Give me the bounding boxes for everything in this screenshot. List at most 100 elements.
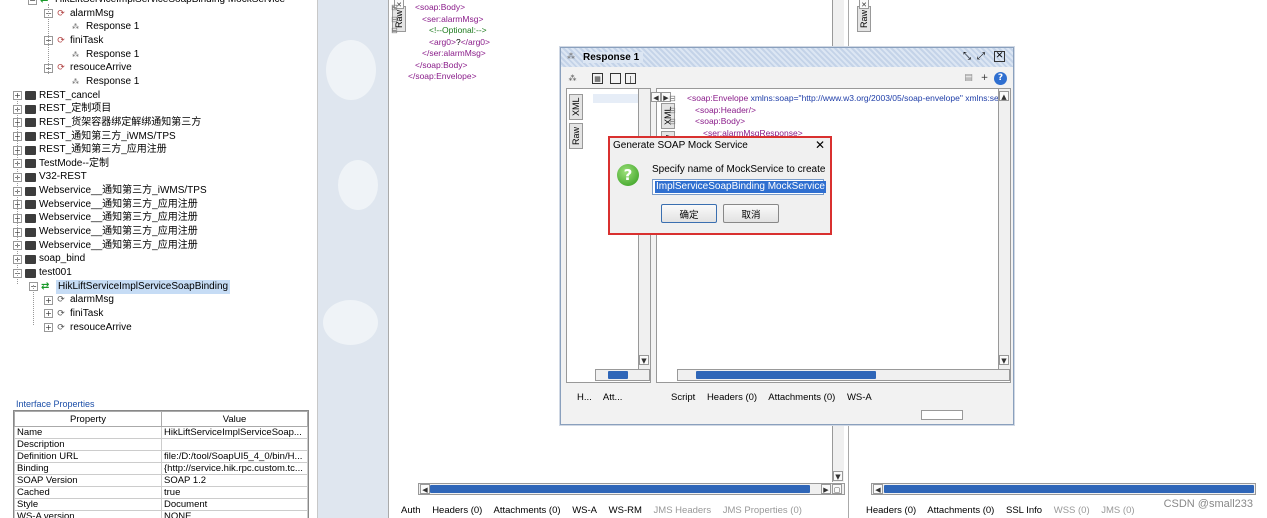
property-row[interactable]: SOAP Version SOAP 1.2 bbox=[14, 474, 308, 487]
request-raw-tab[interactable]: Raw bbox=[569, 123, 583, 149]
cancel-button[interactable]: 取消 bbox=[723, 204, 779, 223]
fold-icon[interactable]: ⊟ bbox=[391, 2, 398, 14]
response-xml-content[interactable]: ⊟ <soap:Envelope xmlns:soap="http://www.w… bbox=[669, 93, 999, 139]
tab-ws-rm[interactable]: WS-RM bbox=[609, 505, 642, 516]
options-icon[interactable]: ▤ bbox=[963, 73, 974, 84]
property-value[interactable]: NONE bbox=[161, 510, 308, 518]
tree-response[interactable]: ⁂ Response 1 bbox=[72, 75, 139, 89]
tree-folder[interactable]: + V32-REST bbox=[13, 170, 87, 184]
tree-operation[interactable]: + ⟳ alarmMsg bbox=[44, 293, 114, 307]
tree-folder[interactable]: + REST_cancel bbox=[13, 89, 100, 103]
scrollbar-thumb[interactable] bbox=[608, 371, 628, 379]
request-horizontal-scrollbar[interactable] bbox=[418, 483, 845, 495]
response-window-titlebar[interactable]: ⁂ Response 1 ⤡ ⤢ ✕ bbox=[561, 48, 1013, 67]
request-xml-tab[interactable]: XML bbox=[569, 94, 583, 120]
scroll-up-icon[interactable]: ▲ bbox=[999, 91, 1009, 101]
tab-ws-a[interactable]: WS-A bbox=[847, 392, 872, 403]
scroll-down-icon[interactable]: ▼ bbox=[999, 355, 1009, 365]
submit-icon[interactable]: ⁂ bbox=[567, 73, 578, 84]
tabs-icon[interactable]: | bbox=[625, 73, 636, 84]
tree-operation[interactable]: + ⟳ resouceArrive bbox=[44, 321, 132, 335]
tree-folder[interactable]: + REST_货架容器绑定解绑通知第三方 bbox=[13, 116, 201, 130]
minimize-icon[interactable]: ⤡ bbox=[961, 51, 973, 63]
tree-operation[interactable]: + ⟳ finiTask bbox=[44, 307, 103, 321]
close-window-icon[interactable]: ✕ bbox=[994, 51, 1005, 62]
tree-operation[interactable]: − ⟳ alarmMsg bbox=[44, 7, 114, 21]
collapse-icon[interactable]: − bbox=[28, 0, 37, 5]
property-row[interactable]: Description bbox=[14, 438, 308, 451]
help-icon[interactable]: ? bbox=[994, 72, 1007, 85]
scrollbar-thumb[interactable] bbox=[884, 485, 1254, 493]
property-row[interactable]: Binding {http://service.hik.rpc.custom.tc… bbox=[14, 462, 308, 475]
tab-headers[interactable]: Headers (0) bbox=[866, 505, 916, 516]
expand-icon[interactable]: + bbox=[44, 295, 53, 305]
tab-attachments[interactable]: Attachments (0) bbox=[493, 505, 560, 516]
tab-attachments-short[interactable]: Att... bbox=[603, 392, 623, 403]
property-value[interactable]: HikLiftServiceImplServiceSoap... bbox=[161, 426, 308, 439]
response-close-icon[interactable]: ✕ bbox=[859, 0, 869, 9]
fold-icon[interactable]: ⊟ bbox=[669, 116, 676, 128]
tree-response[interactable]: ⁂ Response 1 bbox=[72, 48, 139, 62]
tree-response[interactable]: ⁂ Response 1 bbox=[72, 20, 139, 34]
fold-icon[interactable]: ⊟ bbox=[669, 105, 676, 117]
expand-icon[interactable]: + bbox=[44, 309, 53, 319]
add-icon[interactable]: + bbox=[979, 73, 990, 84]
scroll-right-icon[interactable]: ▶ bbox=[821, 484, 831, 494]
tree-folder[interactable]: + Webservice__通知第三方_应用注册 bbox=[13, 198, 198, 212]
tree-folder[interactable]: + Webservice__通知第三方_应用注册 bbox=[13, 211, 198, 225]
scroll-down-icon[interactable]: ▼ bbox=[833, 471, 843, 481]
tree-folder[interactable]: + REST_通知第三方_应用注册 bbox=[13, 143, 167, 157]
tree-folder[interactable]: + Webservice__通知第三方_应用注册 bbox=[13, 239, 198, 253]
tab-auth[interactable]: Auth bbox=[401, 505, 421, 516]
tree-operation[interactable]: − ⟳ resouceArrive bbox=[44, 61, 132, 75]
fold-icon[interactable]: ⊟ bbox=[391, 14, 398, 26]
fold-icon[interactable]: ⊟ bbox=[669, 93, 676, 105]
split-icon[interactable] bbox=[610, 73, 621, 84]
tree-folder[interactable]: + TestMode--定制 bbox=[13, 157, 109, 171]
tab-script[interactable]: Script bbox=[671, 392, 695, 403]
tree-folder[interactable]: − test001 bbox=[13, 266, 72, 280]
scroll-left-icon[interactable]: ◀ bbox=[873, 484, 883, 494]
property-row[interactable]: Name HikLiftServiceImplServiceSoap... bbox=[14, 426, 308, 439]
tab-wss[interactable]: WSS (0) bbox=[1054, 505, 1090, 516]
expand-icon[interactable]: + bbox=[44, 323, 53, 333]
collapse-left-icon[interactable]: ◀ bbox=[651, 92, 661, 102]
response-pane-scrollbar[interactable] bbox=[998, 89, 1010, 369]
tab-jms-headers[interactable]: JMS Headers bbox=[654, 505, 712, 516]
tab-ws-a[interactable]: WS-A bbox=[572, 505, 597, 516]
format-icon[interactable]: ▦ bbox=[592, 73, 603, 84]
property-column-header[interactable]: Property bbox=[14, 411, 162, 427]
tab-headers-short[interactable]: H... bbox=[577, 392, 592, 403]
response-pane-hscroll[interactable] bbox=[677, 369, 1010, 381]
dialog-close-icon[interactable]: ✕ bbox=[815, 138, 825, 152]
response-horizontal-scrollbar[interactable] bbox=[871, 483, 1256, 495]
tree-folder[interactable]: + REST_定制项目 bbox=[13, 102, 111, 116]
maximize-icon[interactable]: ⤢ bbox=[975, 51, 987, 63]
scrollbar-thumb[interactable] bbox=[696, 371, 876, 379]
property-row[interactable]: WS-A version NONE bbox=[14, 510, 308, 518]
tree-folder[interactable]: + Webservice__通知第三方_iWMS/TPS bbox=[13, 184, 207, 198]
tree-operation[interactable]: − ⟳ finiTask bbox=[44, 34, 103, 48]
tab-attachments[interactable]: Attachments (0) bbox=[927, 505, 994, 516]
tab-attachments[interactable]: Attachments (0) bbox=[768, 392, 835, 403]
tree-binding[interactable]: − ⇄ HikLiftServiceImplServiceSoapBinding bbox=[29, 279, 231, 294]
scroll-down-icon[interactable]: ▼ bbox=[639, 355, 649, 365]
tree-folder[interactable]: + soap_bind bbox=[13, 252, 85, 266]
tab-ssl-info[interactable]: SSL Info bbox=[1006, 505, 1042, 516]
property-value[interactable]: SOAP 1.2 bbox=[161, 474, 308, 487]
property-row[interactable]: Style Document bbox=[14, 498, 308, 511]
tree-folder[interactable]: + REST_通知第三方_iWMS/TPS bbox=[13, 130, 176, 144]
tab-jms[interactable]: JMS (0) bbox=[1101, 505, 1134, 516]
property-row[interactable]: Definition URL file:/D:/tool/SoapUI5_4_0/… bbox=[14, 450, 308, 463]
scrollbar-thumb[interactable] bbox=[430, 485, 810, 493]
property-row[interactable]: Cached true bbox=[14, 486, 308, 499]
ok-button[interactable]: 确定 bbox=[661, 204, 717, 223]
property-value[interactable]: Document bbox=[161, 498, 308, 511]
request-pane-hscroll[interactable] bbox=[595, 369, 650, 381]
property-value[interactable]: {http://service.hik.rpc.custom.tc... bbox=[161, 462, 308, 475]
fold-icon[interactable]: ⊟ bbox=[391, 25, 398, 37]
tab-headers[interactable]: Headers (0) bbox=[432, 505, 482, 516]
request-xml-content[interactable]: ⊟ <soap:Body> ⊟ <ser:alarmMsg> ⊟ <!--Optional… bbox=[391, 2, 490, 83]
value-column-header[interactable]: Value bbox=[161, 411, 308, 427]
property-value[interactable]: file:/D:/tool/SoapUI5_4_0/bin/H... bbox=[161, 450, 308, 463]
